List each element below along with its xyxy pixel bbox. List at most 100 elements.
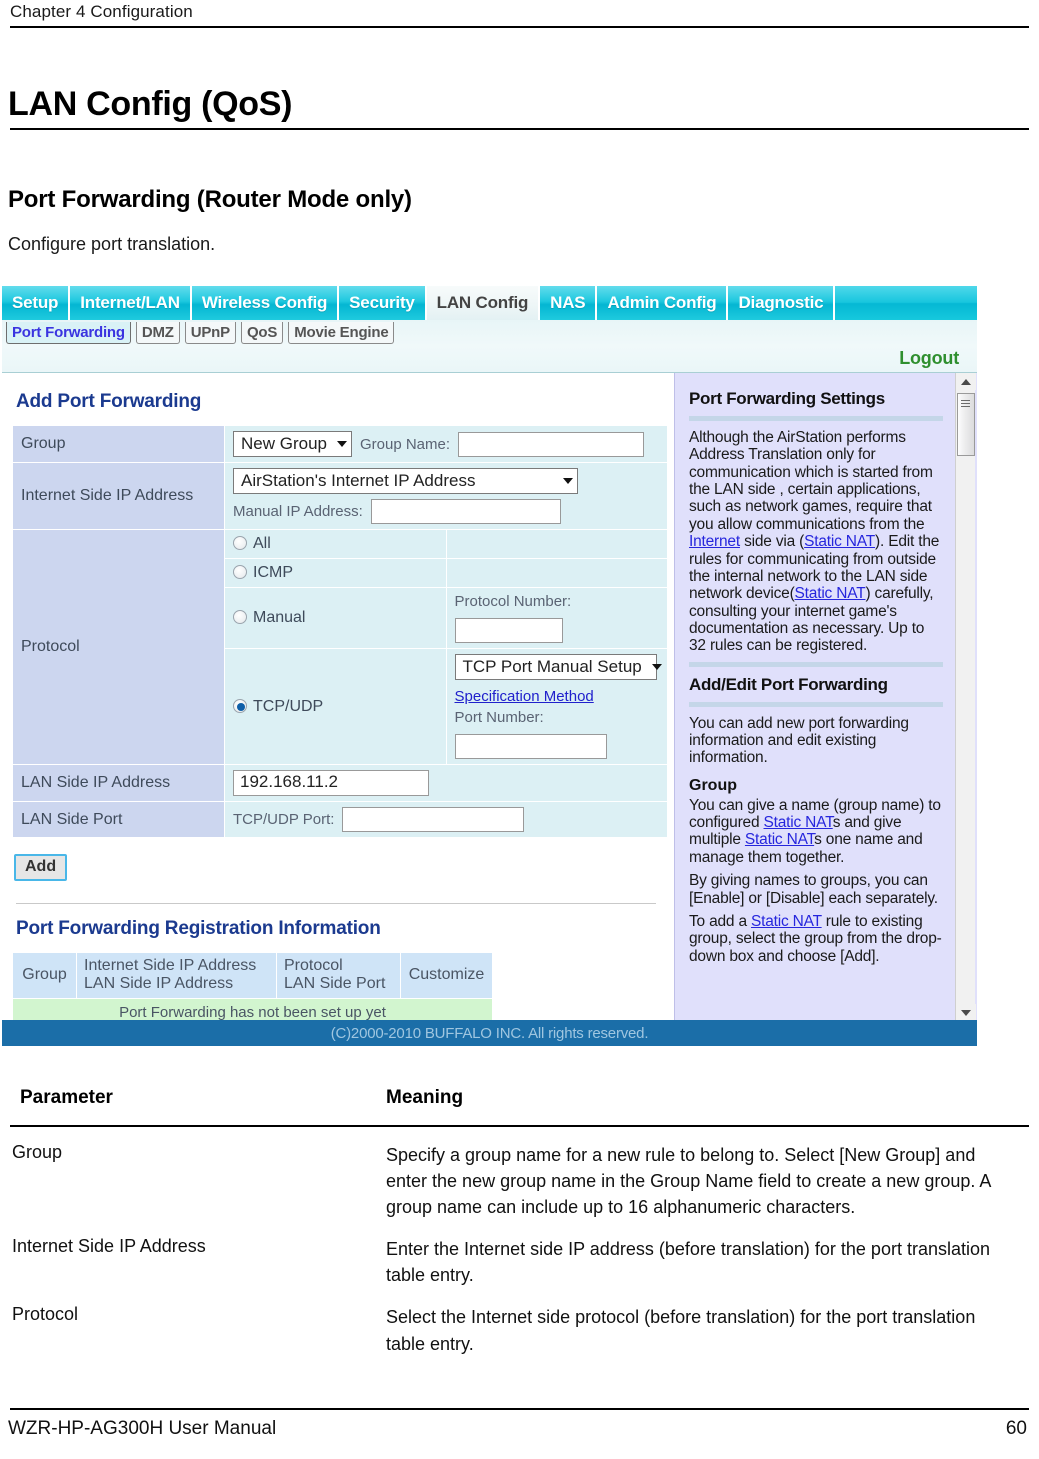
subtab-dmz[interactable]: DMZ: [135, 322, 180, 344]
tab-nas[interactable]: NAS: [540, 286, 598, 320]
label-tcp-udp-port: TCP/UDP Port:: [233, 811, 335, 828]
scrollbar-grip-icon: [961, 400, 970, 407]
subtab-port-forwarding[interactable]: Port Forwarding: [6, 322, 131, 344]
copyright-bar: (C)2000-2010 BUFFALO INC. All rights res…: [2, 1020, 977, 1046]
internet-ip-select[interactable]: AirStation's Internet IP Address: [233, 468, 578, 494]
column-protocol-port: Protocol LAN Side Port: [276, 952, 401, 999]
tab-lan-config[interactable]: LAN Config: [426, 286, 541, 320]
protocol-manual-detail: Protocol Number:: [445, 587, 668, 649]
label-internet-side-ip: Internet Side IP Address: [12, 462, 225, 530]
group-name-input[interactable]: [458, 431, 645, 457]
sub-nav-tabs: Port Forwarding DMZ UPnP QoS Movie Engin…: [2, 320, 977, 346]
protocol-all-detail: [445, 529, 668, 559]
port-number-input[interactable]: [454, 734, 607, 759]
help-paragraph-4: By giving names to groups, you can [Enab…: [689, 872, 938, 907]
tcp-port-setup-select[interactable]: TCP Port Manual Setup: [454, 654, 662, 680]
tab-admin-config[interactable]: Admin Config: [597, 286, 729, 320]
table-row: Internet Side IP Address Enter the Inter…: [10, 1236, 1029, 1288]
group-select[interactable]: New Group: [233, 431, 352, 457]
ui-body: Add Port Forwarding Group New Group Grou…: [2, 372, 977, 1028]
help-divider: [689, 416, 943, 421]
column-ip-line1: Internet Side IP Address: [84, 957, 257, 974]
subtab-movie-engine[interactable]: Movie Engine: [288, 322, 395, 344]
help-paragraph-3: You can give a name (group name) to conf…: [689, 797, 943, 866]
help-panel: Port Forwarding Settings Although the Ai…: [674, 373, 977, 1021]
column-customize: Customize: [400, 952, 493, 999]
parameter-table-rule: [10, 1125, 1029, 1127]
help-text-1: Although the AirStation performs Address…: [689, 429, 933, 533]
footer-rule: [10, 1408, 1029, 1410]
row-protocol-all: Protocol All: [12, 529, 668, 765]
help-scrollbar[interactable]: [955, 373, 976, 1021]
tab-security[interactable]: Security: [339, 286, 427, 320]
section-divider: [16, 903, 656, 904]
parameter-name: Group: [12, 1142, 63, 1162]
scroll-up-icon[interactable]: [956, 373, 976, 390]
logout-link[interactable]: Logout: [899, 348, 959, 369]
logout-bar: [2, 346, 977, 372]
protocol-option-icmp[interactable]: ICMP: [224, 558, 447, 588]
tab-internet-lan[interactable]: Internet/LAN: [70, 286, 192, 320]
footer-page-number: 60: [1005, 1418, 1027, 1439]
protocol-option-manual[interactable]: Manual: [224, 587, 447, 649]
header-parameter: Parameter: [20, 1087, 113, 1108]
chevron-down-icon: [563, 478, 573, 484]
row-lan-side-port: LAN Side Port TCP/UDP Port:: [12, 801, 668, 838]
column-proto-line1: Protocol: [284, 957, 343, 974]
radio-all-icon[interactable]: [233, 536, 247, 550]
title-rule: [10, 128, 1029, 130]
label-lan-side-ip: LAN Side IP Address: [12, 764, 225, 802]
tab-diagnostic[interactable]: Diagnostic: [728, 286, 836, 320]
parameter-name: Protocol: [12, 1304, 79, 1325]
router-ui-screenshot: Setup Internet/LAN Wireless Config Secur…: [2, 286, 977, 1046]
registration-heading: Port Forwarding Registration Information: [16, 918, 381, 939]
tab-wireless-config[interactable]: Wireless Config: [191, 286, 340, 320]
protocol-icmp-detail: [445, 558, 668, 588]
subtab-upnp[interactable]: UPnP: [184, 322, 236, 344]
group-select-value: New Group: [241, 434, 327, 453]
label-lan-side-port: LAN Side Port: [12, 801, 225, 838]
page-title: LAN Config (QoS): [8, 85, 293, 123]
help-paragraph-1: Although the AirStation performs Address…: [689, 429, 943, 655]
protocol-manual-label: Manual: [253, 609, 306, 626]
cell-lan-side-port: TCP/UDP Port:: [224, 801, 668, 838]
column-group: Group: [12, 952, 77, 999]
scroll-down-icon[interactable]: [956, 1004, 976, 1021]
parameter-table-body: Group Specify a group name for a new rul…: [10, 1142, 1029, 1373]
subtab-qos[interactable]: QoS: [240, 322, 284, 344]
tcp-port-setup-value: TCP Port Manual Setup: [462, 657, 642, 676]
lan-side-ip-input[interactable]: 192.168.11.2: [233, 770, 429, 796]
internet-link[interactable]: Internet: [689, 533, 740, 550]
section-intro: Configure port translation.: [8, 234, 216, 254]
protocol-tcp-udp-detail: TCP Port Manual Setup Specification Meth…: [445, 648, 668, 765]
row-group: Group New Group Group Name:: [12, 425, 668, 463]
add-button[interactable]: Add: [14, 854, 68, 881]
protocol-all-label: All: [253, 535, 271, 552]
static-nat-link-2[interactable]: Static NAT: [795, 585, 866, 602]
protocol-option-tcp-udp[interactable]: TCP/UDP: [224, 648, 447, 765]
add-port-forwarding-table: Group New Group Group Name: Internet Sid…: [12, 425, 668, 838]
help-text-2: side via (: [739, 533, 805, 551]
radio-icmp-icon[interactable]: [233, 565, 247, 579]
table-row: Group Specify a group name for a new rul…: [10, 1142, 1029, 1220]
radio-tcp-udp-icon[interactable]: [233, 698, 247, 713]
radio-manual-icon[interactable]: [233, 610, 247, 624]
section-heading: Port Forwarding (Router Mode only): [8, 186, 412, 213]
static-nat-link-4[interactable]: Static NAT: [745, 831, 814, 848]
lan-side-port-input[interactable]: [342, 807, 525, 832]
protocol-number-input[interactable]: [454, 618, 563, 643]
help-text-10: To add a: [689, 912, 751, 930]
specification-method-link[interactable]: Specification Method: [455, 688, 594, 705]
static-nat-link-5[interactable]: Static NAT: [751, 913, 822, 930]
static-nat-link-3[interactable]: Static NAT: [764, 814, 833, 831]
label-manual-ip: Manual IP Address:: [233, 503, 363, 520]
manual-ip-input[interactable]: [370, 499, 561, 524]
add-port-forwarding-heading: Add Port Forwarding: [16, 391, 202, 412]
table-row: Protocol Select the Internet side protoc…: [10, 1304, 1029, 1356]
label-group: Group: [12, 425, 225, 463]
protocol-option-all[interactable]: All: [224, 529, 447, 559]
row-internet-side-ip: Internet Side IP Address AirStation's In…: [12, 462, 668, 530]
static-nat-link-1[interactable]: Static NAT: [804, 533, 875, 550]
tab-setup[interactable]: Setup: [2, 286, 71, 320]
parameter-meaning: Select the Internet side protocol (befor…: [386, 1307, 976, 1354]
